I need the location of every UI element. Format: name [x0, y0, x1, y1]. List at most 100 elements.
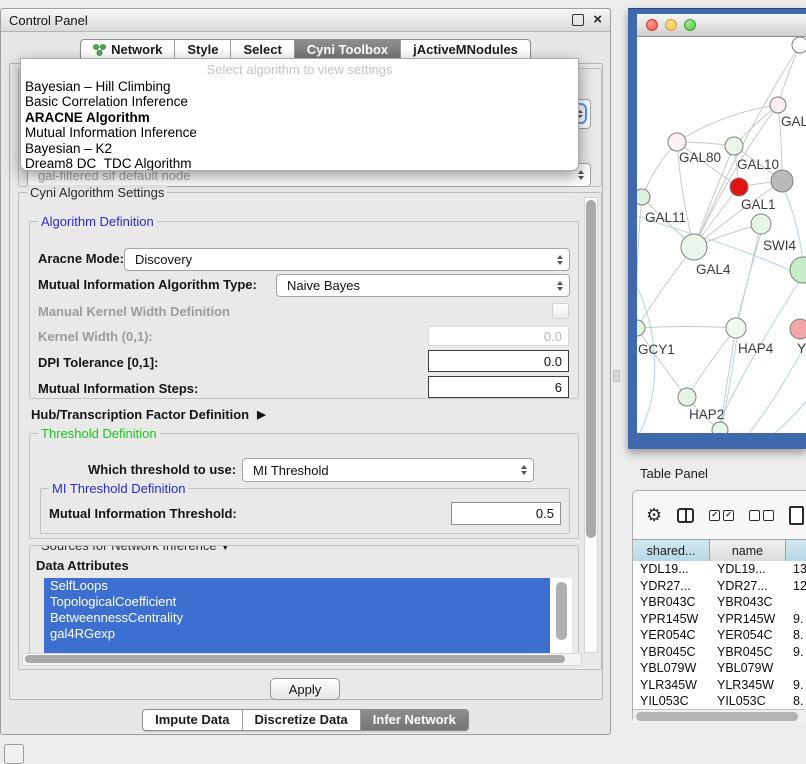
combo-spinner-icon — [557, 275, 563, 296]
node-gal10[interactable] — [725, 137, 743, 155]
network-graph[interactable]: GALGAL80GAL10GAL1SWI4GAL11GAL4GCY1HAP4YH… — [637, 37, 806, 433]
network-canvas[interactable]: GALGAL80GAL10GAL1SWI4GAL11GAL4GCY1HAP4YH… — [637, 37, 806, 433]
network-edge[interactable] — [677, 105, 778, 142]
table-row[interactable]: YBR043CYBR043C — [633, 594, 806, 611]
table-row[interactable]: YIL053CYIL053C8. — [633, 693, 806, 709]
algorithm-option[interactable]: ARACNE Algorithm — [21, 110, 578, 125]
mi-type-combo[interactable]: Naive Bayes — [276, 274, 570, 297]
algorithm-option[interactable]: Mutual Information Inference — [21, 125, 578, 140]
mi-threshold-field[interactable]: 0.5 — [451, 502, 561, 525]
algorithm-option[interactable]: Bayesian – K2 — [21, 141, 578, 156]
bottom-tab-discretize-data[interactable]: Discretize Data — [242, 710, 360, 730]
bottom-tab-impute-data[interactable]: Impute Data — [143, 710, 241, 730]
collapsed-arrow-icon: ▶ — [257, 408, 265, 421]
node-big-green[interactable] — [790, 257, 806, 283]
table-row[interactable]: YPR145WYPR145W9. — [633, 611, 806, 628]
table-cell: YBL079W — [710, 661, 786, 675]
node-label: GAL4 — [696, 262, 731, 277]
cyni-toolbox-tab-content: gal-filtered sif default node Select alg… — [9, 63, 603, 700]
bottom-tab-infer-network[interactable]: Infer Network — [360, 710, 468, 730]
settings-horizontal-scrollbar[interactable] — [22, 653, 582, 666]
network-edge-highlighted[interactable] — [713, 280, 800, 433]
network-edge[interactable] — [637, 247, 694, 328]
minimized-panel-icon[interactable] — [4, 744, 24, 764]
minimize-traffic-light-icon[interactable] — [665, 19, 677, 31]
table-scrollbar-thumb[interactable] — [636, 712, 798, 721]
network-edge[interactable] — [642, 142, 677, 197]
table-row[interactable]: YDR27...YDR27...12 — [633, 578, 806, 595]
which-threshold-combo[interactable]: MI Threshold — [242, 458, 534, 482]
node-gal80[interactable] — [668, 133, 686, 151]
settings-gear-icon[interactable]: ⚙ — [646, 506, 662, 524]
node-gray[interactable] — [771, 170, 793, 192]
horizontal-scrollbar-thumb[interactable] — [25, 655, 565, 663]
vertical-scrollbar-thumb[interactable] — [586, 200, 596, 538]
expanded-arrow-icon[interactable]: ▼ — [220, 545, 230, 553]
node-gal11[interactable] — [637, 189, 650, 205]
node-gal4[interactable] — [681, 234, 707, 260]
algorithm-option[interactable]: Bayesian – Hill Climbing — [21, 79, 578, 94]
tab-network[interactable]: Network — [81, 40, 174, 60]
node-hap2[interactable] — [678, 388, 696, 406]
tab-style[interactable]: Style — [174, 40, 230, 60]
node-top[interactable] — [792, 37, 806, 53]
kernel-width-field[interactable]: 0.0 — [428, 326, 569, 346]
node-gal1[interactable] — [730, 178, 748, 196]
data-attribute-item[interactable]: TopologicalCoefficient — [44, 594, 550, 610]
node-bottom[interactable] — [712, 422, 728, 433]
deselect-all-icon[interactable] — [749, 510, 774, 521]
table-row[interactable]: YDL19...YDL19...13 — [633, 561, 806, 578]
apply-button[interactable]: Apply — [270, 678, 340, 700]
network-edge[interactable] — [687, 328, 736, 397]
node-swi4[interactable] — [751, 214, 771, 234]
data-attribute-item[interactable]: gal4RGexp — [44, 626, 550, 642]
select-all-icon[interactable]: ✓✓ — [709, 510, 734, 521]
network-edge[interactable] — [637, 328, 687, 397]
manual-kernel-checkbox[interactable] — [552, 303, 569, 319]
data-attribute-item[interactable]: BetweennessCentrality — [44, 610, 550, 626]
table-row[interactable]: YLR345WYLR345W9. — [633, 677, 806, 694]
network-edge[interactable] — [637, 327, 736, 329]
network-view-window[interactable]: GALGAL80GAL10GAL1SWI4GAL11GAL4GCY1HAP4YH… — [628, 8, 806, 449]
network-edge[interactable] — [694, 45, 800, 247]
table-row[interactable]: YER054CYER054C8. — [633, 627, 806, 644]
column-header[interactable]: shared... — [633, 540, 710, 562]
tab-cyni-toolbox[interactable]: Cyni Toolbox — [294, 40, 400, 60]
table-cell: YIL053C — [633, 694, 710, 708]
node-y-cut[interactable] — [790, 319, 806, 339]
float-icon[interactable] — [572, 14, 584, 26]
hub-transcription-section-toggle[interactable]: Hub/Transcription Factor Definition ▶ — [31, 407, 266, 422]
algorithm-option[interactable]: Basic Correlation Inference — [21, 94, 578, 109]
data-attributes-list[interactable]: SelfLoopsTopologicalCoefficientBetweenne… — [44, 578, 572, 656]
list-scrollbar-thumb[interactable] — [556, 582, 567, 640]
node-gcy1[interactable] — [637, 320, 645, 336]
table-row[interactable]: YBR045CYBR045C9. — [633, 644, 806, 661]
network-edge-highlighted[interactable] — [737, 233, 761, 321]
mi-steps-field[interactable]: 6 — [428, 376, 569, 398]
split-columns-icon[interactable] — [677, 508, 694, 523]
node-hap4[interactable] — [726, 318, 746, 338]
splitter-handle[interactable] — [613, 370, 620, 382]
aracne-mode-combo[interactable]: Discovery — [124, 248, 570, 271]
hub-transcription-label: Hub/Transcription Factor Definition — [31, 407, 249, 422]
settings-vertical-scrollbar[interactable] — [584, 197, 598, 653]
tab-jactivemnodules[interactable]: jActiveMNodules — [400, 40, 530, 60]
network-edge-highlighted[interactable] — [733, 393, 806, 433]
close-traffic-light-icon[interactable] — [646, 19, 658, 31]
node-gal-cut[interactable] — [770, 97, 786, 113]
column-header[interactable] — [786, 540, 806, 562]
mi-threshold-label: Mutual Information Threshold: — [49, 506, 237, 522]
column-header[interactable]: name — [710, 540, 786, 562]
zoom-traffic-light-icon[interactable] — [684, 19, 696, 31]
node-label: GAL10 — [737, 157, 779, 172]
algorithm-option[interactable]: Dream8 DC_TDC Algorithm — [21, 156, 578, 171]
table-horizontal-scrollbar[interactable] — [633, 709, 806, 723]
dpi-tolerance-field[interactable]: 0.0 — [428, 350, 569, 372]
data-attribute-item[interactable]: SelfLoops — [44, 578, 550, 594]
tab-select[interactable]: Select — [230, 40, 293, 60]
close-icon[interactable]: × — [593, 15, 602, 25]
page-icon[interactable] — [789, 506, 804, 525]
manual-kernel-label: Manual Kernel Width Definition — [38, 304, 230, 320]
node-label: HAP2 — [689, 407, 724, 422]
table-row[interactable]: YBL079WYBL079W — [633, 660, 806, 677]
